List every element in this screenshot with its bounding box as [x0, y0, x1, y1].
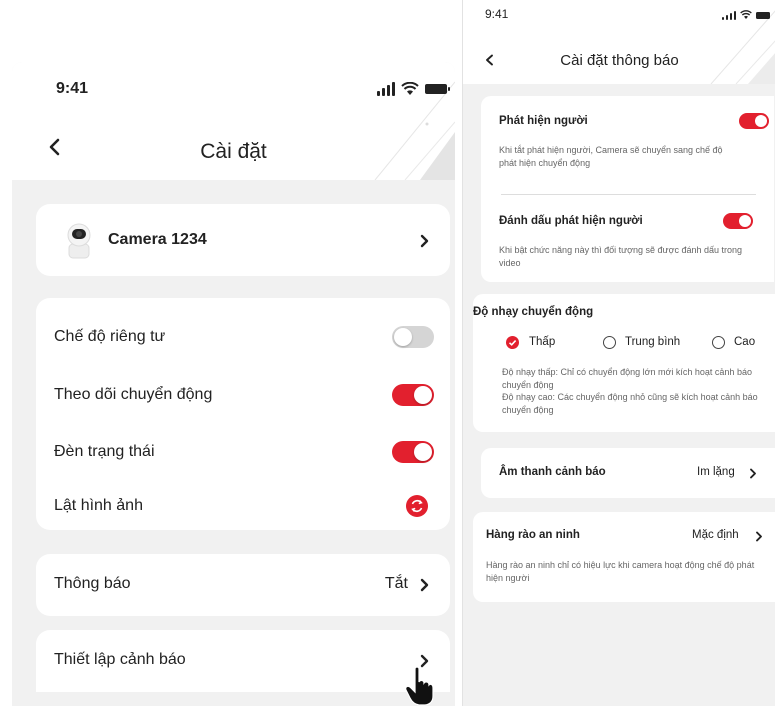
alarm-sound-label: Âm thanh cảnh báo	[499, 466, 606, 478]
security-fence-value: Mặc định	[692, 529, 739, 541]
flip-image-button[interactable]	[406, 495, 428, 517]
chevron-right-icon	[420, 234, 429, 248]
alert-setup-label: Thiết lập cảnh báo	[54, 651, 186, 668]
mark-person-toggle[interactable]	[723, 213, 753, 229]
sensitivity-title: Độ nhạy chuyển động	[473, 306, 594, 318]
flip-image-label: Lật hình ảnh	[54, 497, 143, 514]
camera-card[interactable]: Camera 1234	[36, 204, 450, 276]
sensitivity-high-radio[interactable]	[712, 336, 725, 349]
status-icons	[722, 10, 770, 20]
person-detection-desc: Khi tắt phát hiện người, Camera sẽ chuyể…	[499, 145, 723, 169]
security-fence-label: Hàng rào an ninh	[486, 529, 580, 541]
mark-person-desc: Khi bật chức năng này thì đối tượng sẽ đ…	[499, 245, 743, 269]
camera-device-icon	[67, 223, 91, 259]
mark-person-title: Đánh dấu phát hiện người	[499, 215, 643, 227]
motion-sensitivity-card: Độ nhạy chuyển động Thấp Trung bình Cao …	[473, 294, 775, 432]
alarm-sound-value: Im lặng	[697, 466, 735, 478]
signal-icon	[722, 10, 736, 20]
sensitivity-low-radio[interactable]	[506, 336, 519, 349]
divider	[501, 194, 756, 195]
wifi-icon	[740, 10, 752, 19]
check-icon	[508, 340, 517, 346]
chevron-right-icon	[750, 468, 756, 479]
notification-settings-header: 9:41 Cài đặt thông báo	[463, 0, 775, 84]
sensitivity-medium-radio[interactable]	[603, 336, 616, 349]
chevron-right-icon	[420, 578, 429, 592]
status-time: 9:41	[56, 80, 89, 97]
wifi-icon	[401, 82, 419, 95]
battery-icon	[425, 84, 450, 94]
status-time: 9:41	[485, 7, 509, 21]
notification-settings-screen: 9:41 Cài đặt thông báo Phát hiện người K…	[462, 0, 775, 706]
sensitivity-low-desc: Độ nhạy thấp: Chỉ có chuyển động lớn mới…	[502, 367, 752, 391]
settings-card: Chế độ riêng tư Theo dõi chuyển động Đèn…	[36, 298, 450, 530]
notification-label: Thông báo	[54, 575, 131, 592]
sensitivity-low-label: Thấp	[529, 336, 556, 348]
status-light-label: Đèn trạng thái	[54, 443, 155, 460]
security-fence-desc: Hàng rào an ninh chỉ có hiệu lực khi cam…	[486, 560, 755, 584]
settings-header: 9:41 Cài đặt	[12, 62, 455, 180]
status-light-toggle[interactable]	[392, 441, 434, 463]
person-detection-title: Phát hiện người	[499, 115, 588, 127]
settings-screen: 9:41 Cài đặt Camera 1234 Chế độ riêng tư…	[12, 62, 455, 706]
motion-tracking-toggle[interactable]	[392, 384, 434, 406]
alert-setup-row[interactable]: Thiết lập cảnh báo	[36, 630, 450, 692]
notification-value: Tắt	[384, 575, 408, 592]
camera-name: Camera 1234	[108, 231, 207, 248]
security-fence-card[interactable]: Hàng rào an ninh Mặc định Hàng rào an ni…	[473, 512, 775, 602]
sensitivity-high-desc: Độ nhạy cao: Các chuyển động nhỏ cũng sẽ…	[502, 392, 758, 416]
person-detection-card: Phát hiện người Khi tắt phát hiện người,…	[481, 96, 774, 282]
alarm-sound-row[interactable]: Âm thanh cảnh báo Im lặng	[481, 448, 775, 498]
sensitivity-high-label: Cao	[734, 336, 756, 348]
person-detection-toggle[interactable]	[739, 113, 769, 129]
sensitivity-medium-label: Trung bình	[625, 336, 681, 348]
signal-icon	[377, 82, 395, 96]
privacy-mode-toggle[interactable]	[392, 326, 434, 348]
page-title: Cài đặt	[200, 140, 267, 163]
notification-row[interactable]: Thông báo Tắt	[36, 554, 450, 616]
hand-pointer-icon	[405, 666, 434, 706]
page-title: Cài đặt thông báo	[560, 52, 679, 69]
privacy-mode-label: Chế độ riêng tư	[54, 328, 166, 345]
battery-icon	[756, 11, 770, 19]
screenshot-stage: 9:41 Cài đặt Camera 1234 Chế độ riêng tư…	[0, 0, 775, 706]
status-icons	[377, 82, 450, 96]
rotate-icon	[411, 500, 423, 512]
motion-tracking-label: Theo dõi chuyển động	[54, 386, 213, 403]
chevron-right-icon	[756, 531, 762, 542]
